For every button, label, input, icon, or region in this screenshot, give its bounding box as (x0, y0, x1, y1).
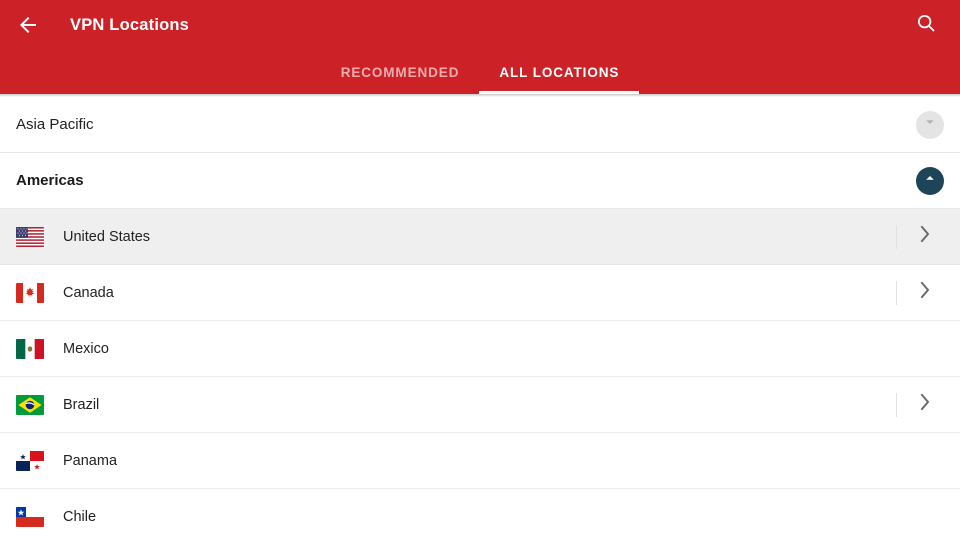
country-label-united-states: United States (63, 228, 151, 245)
arrow-left-icon (16, 13, 40, 37)
country-label-chile: Chile (63, 508, 97, 525)
section-label-americas: Americas (16, 172, 84, 189)
flag-canada-icon (16, 282, 44, 303)
flag-mexico-icon (16, 338, 44, 359)
list-item-canada[interactable]: Canada (0, 265, 960, 321)
vpn-locations-screen: VPN Locations RECOMMENDED ALL LOCATIONS (0, 0, 960, 540)
list-item-chile[interactable]: Chile (0, 489, 960, 540)
chevron-right-icon (919, 393, 932, 416)
app-bar-top: VPN Locations (0, 0, 960, 50)
row-action-chile (890, 489, 960, 540)
country-label-canada: Canada (63, 284, 114, 301)
list-item-united-states[interactable]: United States (0, 209, 960, 265)
page-title: VPN Locations (70, 15, 190, 34)
flag-panama-icon (16, 450, 44, 471)
row-action-united-states[interactable] (890, 209, 960, 265)
row-action-brazil[interactable] (890, 377, 960, 433)
expand-toggle-asia-pacific[interactable] (916, 110, 944, 139)
row-action-mexico (890, 321, 960, 377)
row-action-panama (890, 433, 960, 489)
row-divider (896, 224, 897, 249)
country-label-mexico: Mexico (63, 340, 109, 357)
back-button[interactable] (0, 0, 56, 50)
locations-list: Asia Pacific Americas United States Cana… (0, 97, 960, 540)
list-item-brazil[interactable]: Brazil (0, 377, 960, 433)
chevron-right-icon (919, 281, 932, 304)
flag-chile-icon (16, 506, 44, 527)
section-label-asia-pacific: Asia Pacific (16, 116, 94, 133)
country-label-panama: Panama (63, 452, 118, 469)
row-divider (896, 280, 897, 305)
search-button[interactable] (904, 3, 948, 47)
flag-brazil-icon (16, 394, 44, 415)
tab-recommended-label: RECOMMENDED (340, 64, 460, 80)
tab-recommended[interactable]: RECOMMENDED (321, 50, 480, 94)
flag-united-states-icon (16, 226, 44, 247)
chevron-right-icon (919, 225, 932, 248)
collapse-toggle-americas[interactable] (916, 166, 944, 195)
app-bar: VPN Locations RECOMMENDED ALL LOCATIONS (0, 0, 960, 94)
row-divider (896, 392, 897, 417)
search-icon (915, 12, 937, 39)
chevron-up-icon (923, 171, 937, 190)
section-header-americas[interactable]: Americas (0, 153, 960, 209)
row-action-canada[interactable] (890, 265, 960, 321)
list-item-panama[interactable]: Panama (0, 433, 960, 489)
section-header-asia-pacific[interactable]: Asia Pacific (0, 97, 960, 153)
tab-bar: RECOMMENDED ALL LOCATIONS (0, 50, 960, 94)
tab-all-locations[interactable]: ALL LOCATIONS (479, 50, 640, 94)
country-label-brazil: Brazil (63, 396, 100, 413)
list-item-mexico[interactable]: Mexico (0, 321, 960, 377)
chevron-down-icon (923, 115, 937, 134)
tab-all-locations-label: ALL LOCATIONS (499, 64, 620, 80)
